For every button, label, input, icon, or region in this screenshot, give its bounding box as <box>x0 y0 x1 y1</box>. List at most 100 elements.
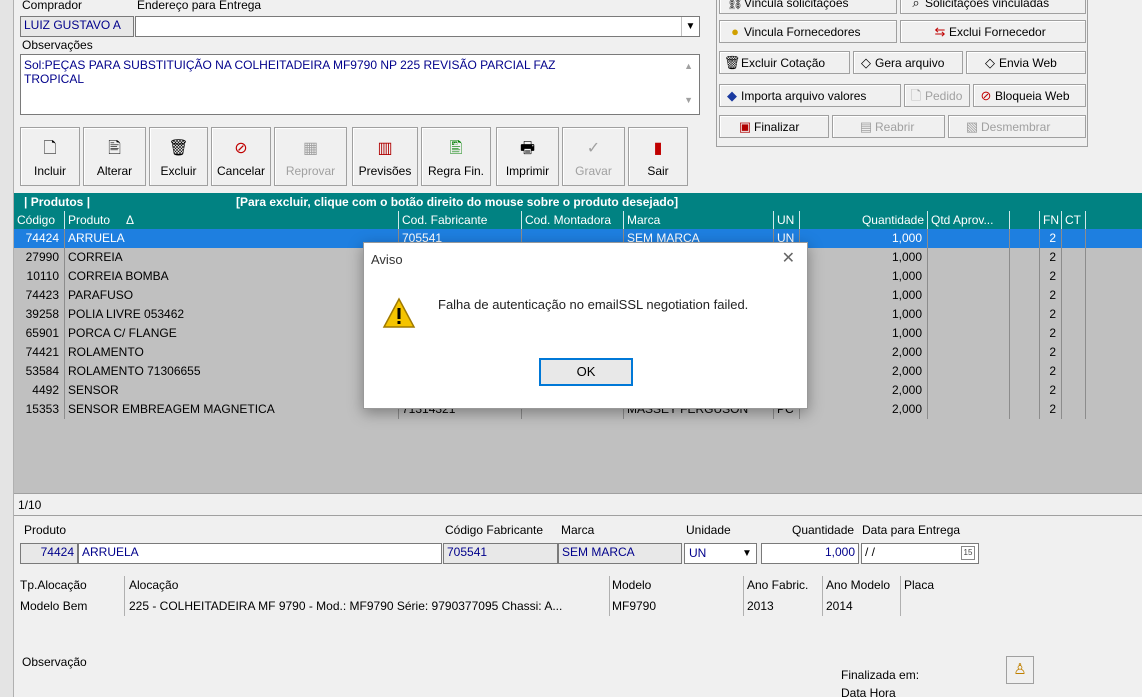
close-icon[interactable]: ✕ <box>782 248 795 268</box>
cancelar-button[interactable]: ⊘ Cancelar <box>211 127 271 186</box>
col-ct[interactable]: CT <box>1062 211 1086 229</box>
cell-produto: CORREIA <box>65 248 399 267</box>
data-entrega-field[interactable]: / / 15 <box>861 543 979 564</box>
gera-arquivo-button[interactable]: ◇ Gera arquivo <box>853 51 963 74</box>
vincula-solicitacoes-button[interactable]: ⛓Vincula solicitações <box>719 0 897 14</box>
observacao-label: Observação <box>22 655 87 669</box>
produto-nome-field[interactable]: ARRUELA <box>78 543 442 564</box>
desmembrar-button[interactable]: ▧ Desmembrar <box>948 115 1086 138</box>
cell-ct <box>1062 305 1086 324</box>
marca-field[interactable]: SEM MARCA <box>558 543 682 564</box>
exit-door-icon: ▮ <box>653 140 663 157</box>
col-marca[interactable]: Marca <box>624 211 774 229</box>
cell-codigo: 39258 <box>14 305 65 324</box>
endereco-select[interactable]: ▼ <box>135 16 700 37</box>
grid-title-bar: | Produtos | [Para excluir, clique com o… <box>14 193 1142 211</box>
reject-icon: ▦ <box>302 140 319 157</box>
chevron-down-icon[interactable]: ▼ <box>738 544 756 563</box>
col-codigo[interactable]: Código <box>14 211 65 229</box>
unidade-select[interactable]: UN ▼ <box>684 543 757 564</box>
cell-spacer <box>1010 305 1040 324</box>
cell-quantidade: 2,000 <box>800 343 928 362</box>
endereco-label: Endereço para Entrega <box>137 0 262 12</box>
excluir-cotacao-button[interactable]: 🗑Excluir Cotação <box>719 51 850 74</box>
vincula-fornecedores-button[interactable]: ● Vincula Fornecedores <box>719 20 897 43</box>
cell-quantidade: 1,000 <box>800 248 928 267</box>
cell-fn: 2 <box>1040 343 1062 362</box>
reabrir-button[interactable]: ▤ Reabrir <box>832 115 945 138</box>
alterar-button[interactable]: 🖹 Alterar <box>83 127 146 186</box>
importa-arquivo-button[interactable]: ◆ Importa arquivo valores <box>719 84 901 107</box>
col-un[interactable]: UN <box>774 211 800 229</box>
gravar-button[interactable]: ✓ Gravar <box>562 127 625 186</box>
envia-web-button[interactable]: ◇ Envia Web <box>966 51 1086 74</box>
alocacao-value: 225 - COLHEITADEIRA MF 9790 - Mod.: MF97… <box>129 599 563 613</box>
excluir-button[interactable]: 🗑 Excluir <box>149 127 208 186</box>
comprador-field[interactable]: LUIZ GUSTAVO A <box>20 16 134 37</box>
lightbulb-icon: ● <box>731 24 739 39</box>
cod-fab-field[interactable]: 705541 <box>443 543 558 564</box>
cell-ct <box>1062 400 1086 419</box>
cell-quantidade: 1,000 <box>800 267 928 286</box>
block-icon: ⊘ <box>980 88 992 103</box>
cell-fn: 2 <box>1040 381 1062 400</box>
checkmark-icon: ✓ <box>586 140 601 157</box>
cell-qtd-aprov <box>928 343 1010 362</box>
cell-ct <box>1062 229 1086 248</box>
incluir-button[interactable]: 🗋 Incluir <box>20 127 80 186</box>
cell-ct <box>1062 343 1086 362</box>
col-qtd-aprov[interactable]: Qtd Aprov... <box>928 211 1010 229</box>
observacoes-textarea[interactable]: Sol:PEÇAS PARA SUBSTITUIÇÃO NA COLHEITAD… <box>20 54 700 115</box>
previsoes-button[interactable]: ▥ Previsões <box>352 127 418 186</box>
diamond-icon: ◇ <box>985 55 995 70</box>
scroll-up-icon[interactable]: ▲ <box>684 61 693 71</box>
marca-label: Marca <box>561 523 595 537</box>
quantidade-field[interactable]: 1,000 <box>761 543 859 564</box>
cell-fn: 2 <box>1040 267 1062 286</box>
cell-fn: 2 <box>1040 324 1062 343</box>
cell-qtd-aprov <box>928 229 1010 248</box>
imprimir-button[interactable]: 🖶 Imprimir <box>496 127 559 186</box>
calendar-icon[interactable]: 15 <box>961 546 975 560</box>
document-icon: 🗋 <box>910 88 922 103</box>
cell-produto: POLIA LIVRE 053462 <box>65 305 399 324</box>
chevron-down-icon[interactable]: ▼ <box>681 17 699 36</box>
col-produto[interactable]: Produto Δ <box>65 211 399 229</box>
cell-fn: 2 <box>1040 400 1062 419</box>
solicitacoes-vinculadas-button[interactable]: ⌕ Solicitações vinculadas <box>900 0 1086 14</box>
cancel-icon: ⊘ <box>234 140 248 157</box>
left-edge-strip <box>0 0 14 697</box>
scroll-down-icon[interactable]: ▼ <box>684 95 693 105</box>
new-document-icon: 🗋 <box>43 140 57 157</box>
ok-button[interactable]: OK <box>539 358 633 386</box>
chart-icon: ▥ <box>377 140 393 157</box>
finalizar-button[interactable]: ▣ Finalizar <box>719 115 829 138</box>
cell-qtd-aprov <box>928 362 1010 381</box>
sair-button[interactable]: ▮ Sair <box>628 127 688 186</box>
reprovar-button[interactable]: ▦ Reprovar <box>274 127 347 186</box>
link-icon: ⛓ <box>726 0 744 10</box>
finish-icon: ▣ <box>738 119 752 134</box>
grid-hint: [Para excluir, clique com o botão direit… <box>236 195 679 209</box>
col-quantidade[interactable]: Quantidade <box>800 211 928 229</box>
cell-quantidade: 1,000 <box>800 229 928 248</box>
pedido-button[interactable]: 🗋 Pedido <box>904 84 970 107</box>
col-fn[interactable]: FN <box>1040 211 1062 229</box>
col-cod-fabricante[interactable]: Cod. Fabricante <box>399 211 522 229</box>
regra-fin-button[interactable]: 🖺 Regra Fin. <box>421 127 491 186</box>
user-search-button[interactable]: ♙ <box>1006 656 1034 684</box>
cell-ct <box>1062 362 1086 381</box>
produto-codigo-field[interactable]: 74424 <box>20 543 78 564</box>
cell-ct <box>1062 248 1086 267</box>
data-entrega-value: / / <box>865 545 876 559</box>
cell-codigo: 74421 <box>14 343 65 362</box>
bloqueia-web-button[interactable]: ⊘ Bloqueia Web <box>973 84 1086 107</box>
exclui-fornecedor-button[interactable]: ⇆ Exclui Fornecedor <box>900 20 1086 43</box>
col-cod-montadora[interactable]: Cod. Montadora <box>522 211 624 229</box>
split-icon: ▧ <box>965 119 979 134</box>
cell-spacer <box>1010 400 1040 419</box>
cell-produto: SENSOR EMBREAGEM MAGNETICA <box>65 400 399 419</box>
cell-spacer <box>1010 229 1040 248</box>
cell-spacer <box>1010 324 1040 343</box>
finalizada-label: Finalizada em: <box>841 668 920 682</box>
